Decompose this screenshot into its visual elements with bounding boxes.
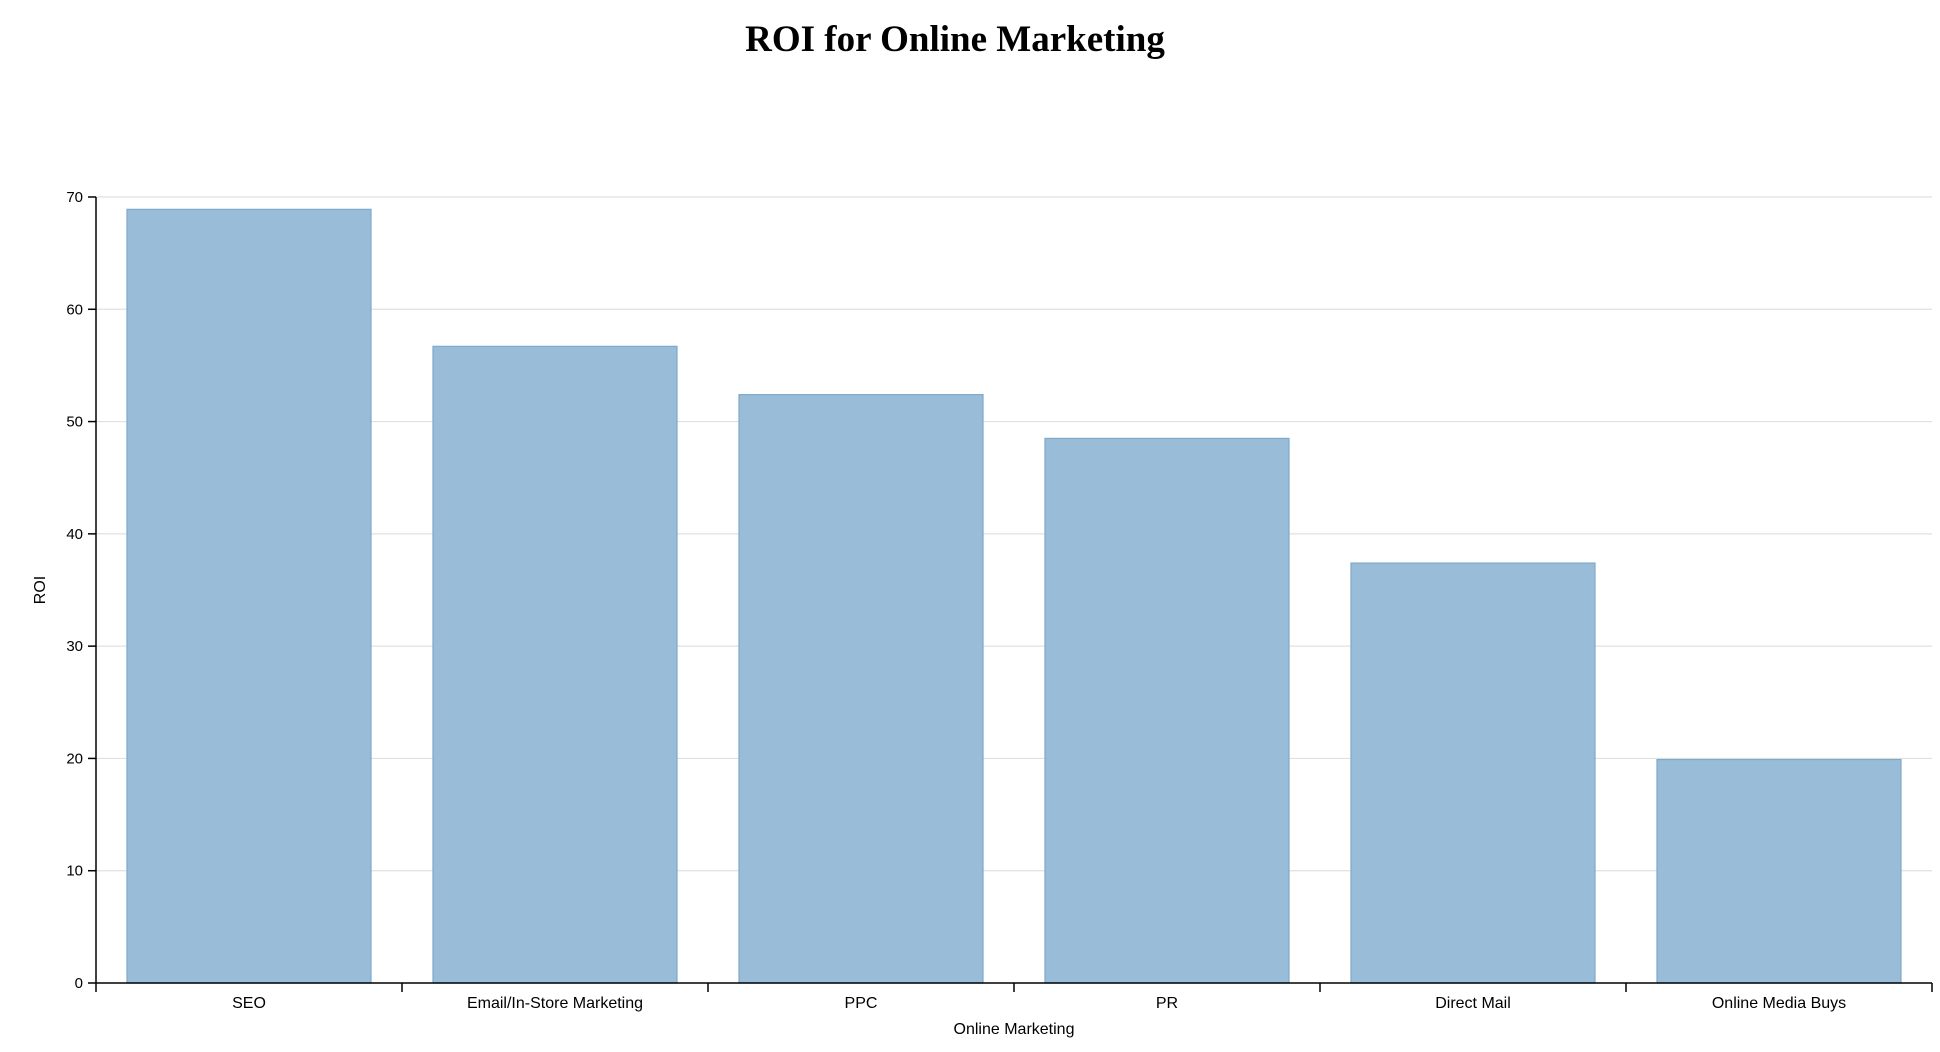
x-tick-label: SEO — [232, 995, 266, 1012]
bars — [126, 208, 1902, 984]
y-axis-ticks: 0 10 20 30 40 50 60 70 — [66, 189, 96, 992]
y-tick-label: 0 — [75, 975, 83, 992]
bar-direct-mail — [1350, 562, 1596, 984]
y-tick-label: 70 — [66, 189, 83, 206]
x-axis-ticks: SEO Email/In-Store Marketing PPC PR Direct M… — [95, 983, 1933, 1012]
bar-online-media-buys — [1656, 758, 1902, 984]
y-tick-label: 60 — [66, 301, 83, 318]
x-tick-label: Direct Mail — [1435, 995, 1511, 1012]
bar-chart: 0 10 20 30 40 50 60 70 SEO Email/In-Store Market… — [32, 189, 1933, 1038]
bar-pr — [1044, 437, 1290, 984]
bar-ppc — [738, 394, 984, 984]
y-tick-label: 30 — [66, 638, 83, 655]
x-tick-label: PPC — [845, 995, 878, 1012]
y-tick-label: 40 — [66, 526, 83, 543]
bar-email-in-store-marketing — [432, 345, 678, 984]
bar-seo — [126, 208, 372, 984]
y-tick-label: 10 — [66, 863, 83, 880]
x-tick-label: PR — [1156, 995, 1178, 1012]
y-axis-title: ROI — [32, 576, 49, 604]
x-axis-title: Online Marketing — [954, 1021, 1075, 1038]
x-tick-label: Online Media Buys — [1712, 995, 1846, 1012]
x-tick-label: Email/In-Store Marketing — [467, 995, 643, 1012]
y-tick-label: 50 — [66, 414, 83, 431]
y-tick-label: 20 — [66, 750, 83, 767]
